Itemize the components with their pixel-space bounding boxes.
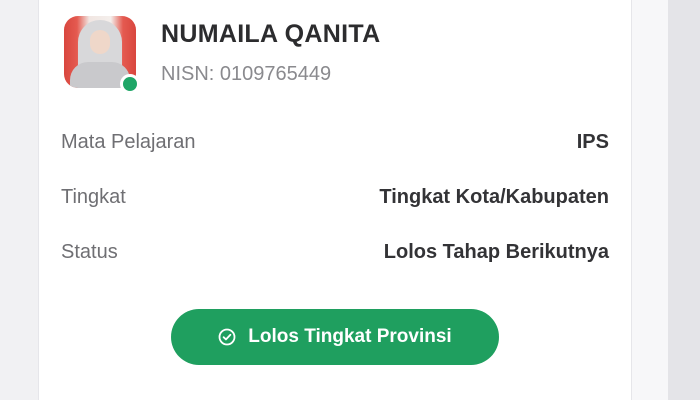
detail-value-status: Lolos Tahap Berikutnya <box>383 241 609 263</box>
result-status-button[interactable]: Lolos Tingkat Provinsi <box>171 309 499 365</box>
detail-label-level: Tingkat <box>61 186 126 208</box>
result-status-label: Lolos Tingkat Provinsi <box>248 326 452 347</box>
left-margin <box>0 0 38 400</box>
detail-label-subject: Mata Pelajaran <box>61 131 196 153</box>
detail-value-subject: IPS <box>576 131 609 153</box>
avatar <box>64 16 140 94</box>
check-circle-icon <box>218 328 236 346</box>
right-margin <box>632 0 668 400</box>
detail-label-status: Status <box>61 241 118 263</box>
participant-nisn: NISN: 0109765449 <box>161 63 332 85</box>
detail-value-level: Tingkat Kota/Kabupaten <box>379 186 609 208</box>
scrollbar-track[interactable] <box>668 0 700 400</box>
participant-name: NUMAILA QANITA <box>161 20 381 48</box>
online-status-indicator <box>120 74 140 94</box>
